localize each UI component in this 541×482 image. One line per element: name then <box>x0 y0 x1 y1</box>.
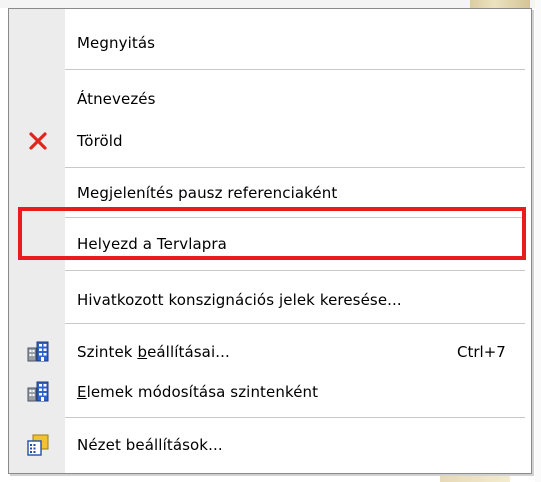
menu-item-label: Nézet beállítások... <box>77 436 223 454</box>
menu-item-label: Helyezd a Tervlapra <box>77 235 227 253</box>
menu-item-label: Hivatkozott konszignációs jelek keresése… <box>77 291 402 309</box>
menu-separator <box>65 167 525 168</box>
context-menu: Megnyitás Átnevezés Töröld Megjelenítés … <box>8 8 532 474</box>
menu-separator <box>65 217 525 218</box>
menu-item-modify-elements-by-story[interactable]: Elemek módosítása szintenként <box>9 376 531 408</box>
menu-item-label: Szintek beállításai... <box>77 343 230 361</box>
menu-separator <box>65 323 525 324</box>
menu-item-show-as-trace-reference[interactable]: Megjelenítés pausz referenciaként <box>9 177 531 209</box>
menu-item-find-referenced-markers[interactable]: Hivatkozott konszignációs jelek keresése… <box>9 284 531 316</box>
background-window <box>535 0 541 482</box>
menu-item-rename[interactable]: Átnevezés <box>9 83 531 115</box>
story-settings-icon <box>27 341 49 363</box>
menu-separator <box>65 69 525 70</box>
menu-separator <box>65 417 525 418</box>
menu-item-open[interactable]: Megnyitás <box>9 27 531 59</box>
menu-item-label: Elemek módosítása szintenként <box>77 383 319 401</box>
menu-item-label: Megnyitás <box>77 34 156 52</box>
menu-separator <box>65 270 525 271</box>
menu-item-label: Megjelenítés pausz referenciaként <box>77 184 338 202</box>
menu-item-story-settings[interactable]: Szintek beállításai... Ctrl+7 <box>9 336 531 368</box>
menu-item-label: Átnevezés <box>77 90 156 108</box>
menu-item-place-on-layout[interactable]: Helyezd a Tervlapra <box>9 228 531 260</box>
background-window <box>0 0 541 8</box>
menu-item-view-settings[interactable]: Nézet beállítások... <box>9 429 531 461</box>
background-decoration <box>470 0 530 8</box>
menu-item-delete[interactable]: Töröld <box>9 125 531 157</box>
story-elements-icon <box>27 381 49 403</box>
background-decoration <box>440 476 510 482</box>
menu-item-label: Töröld <box>77 132 123 150</box>
screen: Megnyitás Átnevezés Töröld Megjelenítés … <box>0 0 541 482</box>
view-settings-icon <box>27 434 49 456</box>
delete-x-icon <box>27 130 49 152</box>
menu-item-shortcut: Ctrl+7 <box>457 343 506 361</box>
